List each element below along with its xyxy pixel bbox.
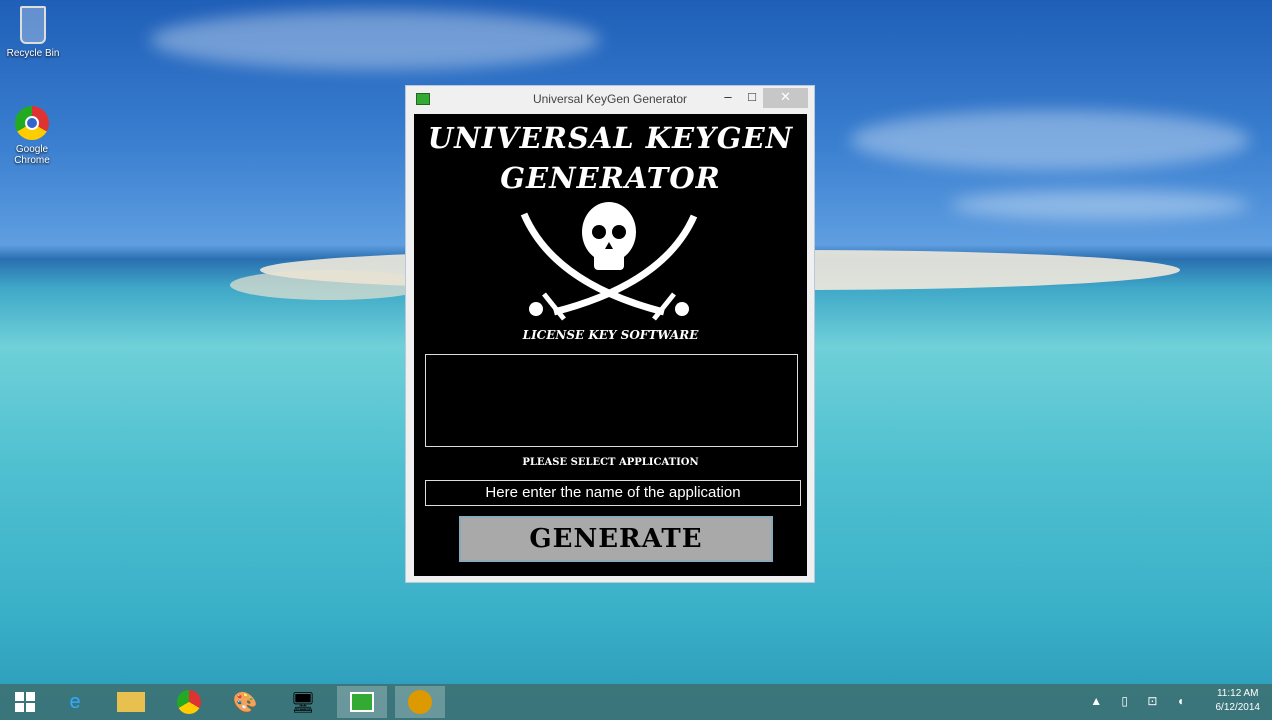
paint-icon[interactable]: 🎨 [220, 686, 270, 718]
desktop-icon-recycle-bin[interactable]: Recycle Bin [1, 6, 65, 59]
file-explorer-icon[interactable] [106, 686, 156, 718]
keygen-window: Universal KeyGen Generator – □ ✕ UNIVERS… [405, 85, 815, 583]
network-icon[interactable]: 🖥 [278, 686, 328, 718]
clock-date: 6/12/2014 [1215, 702, 1261, 713]
tray-icons[interactable]: ▲ ▯ ⊡ ◖ [1090, 694, 1192, 708]
select-application-label: PLEASE SELECT APPLICATION [522, 457, 699, 468]
license-key-output[interactable] [425, 354, 798, 447]
taskbar: e 🎨 🖥 ▲ ▯ ⊡ ◖ 11:12 AM 6/12/2014 [0, 684, 1272, 720]
generate-button[interactable]: GENERATE [459, 516, 773, 562]
application-name-input[interactable]: Here enter the name of the application [425, 480, 801, 506]
title-bar[interactable]: Universal KeyGen Generator – □ ✕ [406, 86, 814, 114]
window-title: Universal KeyGen Generator [532, 92, 688, 106]
app-icon[interactable] [395, 686, 445, 718]
app-icon [416, 93, 430, 105]
clock[interactable]: 11:12 AM 6/12/2014 [1216, 687, 1261, 715]
subtitle: LICENSE KEY SOFTWARE [522, 328, 699, 342]
heading-line2: GENERATOR [500, 161, 721, 195]
start-button[interactable] [0, 686, 50, 718]
recycle-bin-icon [20, 6, 46, 44]
minimize-button[interactable]: – [720, 88, 736, 108]
close-button[interactable]: ✕ [763, 88, 808, 108]
heading-line1: UNIVERSAL KEYGEN [427, 121, 794, 155]
beach-shallow [230, 270, 430, 300]
start-icon [15, 692, 35, 712]
clock-time: 11:12 AM [1216, 688, 1259, 699]
heading: UNIVERSAL KEYGEN GENERATOR [414, 118, 807, 198]
keygen-app-icon[interactable] [337, 686, 387, 718]
skull-crossed-swords-icon [520, 202, 698, 321]
internet-explorer-icon[interactable]: e [50, 686, 100, 718]
keygen-panel: UNIVERSAL KEYGEN GENERATOR LICENSE KEY SO… [414, 114, 807, 576]
desktop-icon-chrome[interactable]: Google Chrome [0, 106, 64, 166]
maximize-button[interactable]: □ [744, 88, 760, 108]
chrome-icon[interactable] [164, 686, 214, 718]
chrome-icon [15, 106, 49, 140]
